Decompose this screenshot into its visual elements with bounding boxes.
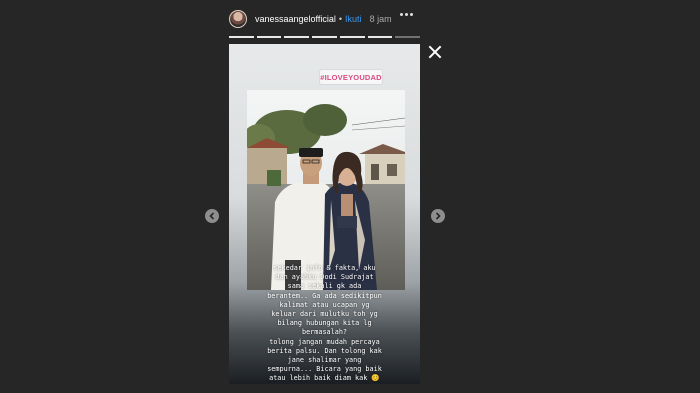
caption-line: kalimat atau ucapan yg xyxy=(279,300,370,309)
progress-segment xyxy=(229,36,254,38)
story-header: vanessaangelofficial • Ikuti 8 jam xyxy=(229,9,419,29)
caption-line: keluar dari mulutku toh yg xyxy=(271,310,378,319)
avatar[interactable] xyxy=(229,10,247,28)
hashtag-sticker: #ILOVEYOUDAD xyxy=(320,70,382,84)
next-story-button[interactable] xyxy=(431,209,445,223)
progress-segment xyxy=(256,36,282,38)
progress-segment xyxy=(339,36,365,38)
caption-line: bermasalah? xyxy=(301,328,347,337)
more-icon[interactable] xyxy=(400,13,413,16)
progress-segment xyxy=(312,36,337,38)
story-photo xyxy=(247,90,405,290)
story-frame[interactable]: #ILOVEYOUDAD sekedar info & fakta, aku d… xyxy=(229,44,420,384)
post-time: 8 jam xyxy=(369,14,392,24)
previous-story-button[interactable] xyxy=(205,209,219,223)
caption-line: jane shalimar yang xyxy=(287,356,362,365)
separator-dot: • xyxy=(338,14,343,24)
caption-line: sekedar info & fakta, aku xyxy=(273,264,376,272)
progress-segment xyxy=(367,36,393,38)
close-icon[interactable] xyxy=(428,45,442,59)
username-link[interactable]: vanessaangelofficial xyxy=(255,14,336,24)
progress-segment xyxy=(284,36,310,38)
caption-line: tolong jangan mudah percaya xyxy=(269,337,380,346)
story-progress-bar xyxy=(229,36,421,38)
progress-segment xyxy=(395,36,421,38)
follow-button[interactable]: Ikuti xyxy=(345,14,362,24)
caption-line: atau lebih baik diam kak 😊 xyxy=(269,374,380,383)
chevron-left-icon xyxy=(209,212,215,220)
hashtag-text: #ILOVEYOUDAD xyxy=(320,72,382,82)
caption-line: sama sekali gk ada xyxy=(287,282,362,291)
chevron-right-icon xyxy=(435,212,441,220)
caption-line: berita palsu. Dan tolong kak xyxy=(267,346,382,355)
caption-line: berantem.. Ga ada sedikitpun xyxy=(267,291,382,300)
story-caption: sekedar info & fakta, aku dan ayahku Dodi… xyxy=(229,264,420,384)
